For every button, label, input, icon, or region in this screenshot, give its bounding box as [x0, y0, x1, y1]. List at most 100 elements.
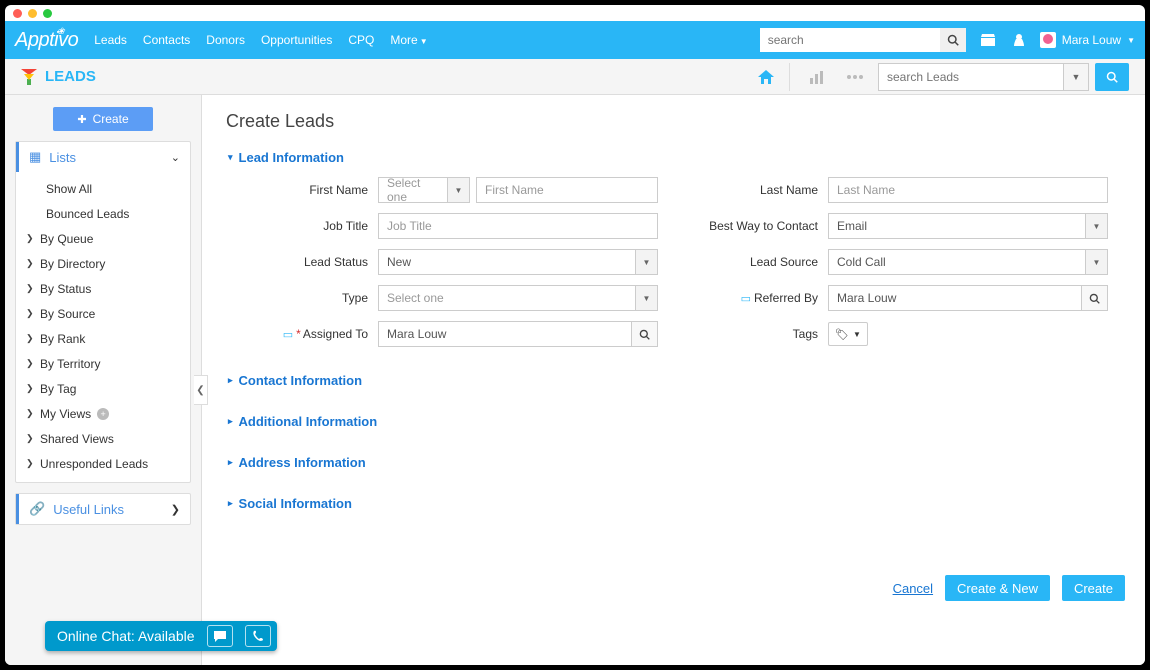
sidebar-item-label: By Territory	[40, 357, 100, 371]
field-last-name: Last Name Last Name	[678, 177, 1108, 203]
tags-button[interactable]: 🏷 ▼	[828, 322, 868, 346]
section-additional-info[interactable]: ▸ Additional Information	[228, 414, 1125, 429]
sidebar-lists-label: Lists	[49, 150, 76, 165]
sidebar-useful-links-header[interactable]: 🔗 Useful Links ❯	[16, 494, 190, 524]
chevron-down-icon: ▼	[635, 250, 657, 274]
home-button[interactable]	[749, 63, 783, 91]
sidebar-item-bounced[interactable]: Bounced Leads	[16, 201, 190, 226]
first-name-input[interactable]: First Name	[476, 177, 658, 203]
chevron-right-icon: ❯	[26, 358, 38, 369]
lead-status-select[interactable]: New ▼	[378, 249, 658, 275]
sidebar-item-my-views[interactable]: ❯My Views+	[16, 401, 190, 426]
sidebar-item-label: Unresponded Leads	[40, 457, 148, 471]
field-first-name: First Name Select one ▼ First Name	[228, 177, 658, 203]
sidebar-item-unresponded[interactable]: ❯Unresponded Leads	[16, 451, 190, 476]
section-address-info[interactable]: ▸ Address Information	[228, 455, 1125, 470]
create-button[interactable]: ✚ Create	[53, 107, 153, 131]
home-icon	[757, 69, 775, 85]
sidebar-item-by-queue[interactable]: ❯By Queue	[16, 226, 190, 251]
sidebar-item-by-status[interactable]: ❯By Status	[16, 276, 190, 301]
sidebar-item-by-directory[interactable]: ❯By Directory	[16, 251, 190, 276]
cancel-link[interactable]: Cancel	[893, 581, 933, 596]
module-title[interactable]: LEADS	[21, 68, 96, 85]
create-button-label: Create	[93, 112, 129, 126]
chevron-down-icon: ▼	[853, 330, 861, 339]
label-lead-status: Lead Status	[228, 255, 378, 269]
module-search-button[interactable]	[1095, 63, 1129, 91]
section-label: Lead Information	[239, 150, 344, 165]
search-icon	[1089, 293, 1100, 304]
chevron-right-icon: ❯	[26, 333, 38, 344]
global-search-input[interactable]	[760, 28, 940, 52]
sidebar-collapse-handle[interactable]: ❮	[194, 375, 208, 405]
funnel-icon	[21, 69, 37, 85]
lead-source-select[interactable]: Cold Call ▼	[828, 249, 1108, 275]
label-type: Type	[228, 291, 378, 305]
module-search: ▼	[878, 63, 1129, 91]
nav-opportunities[interactable]: Opportunities	[261, 33, 332, 47]
chevron-down-icon: ▾	[228, 152, 233, 163]
nav-contacts[interactable]: Contacts	[143, 33, 190, 47]
nav-donors[interactable]: Donors	[206, 33, 245, 47]
top-nav-links: Leads Contacts Donors Opportunities CPQ …	[94, 33, 427, 47]
top-icons	[980, 33, 1030, 47]
chevron-down-icon: ⌄	[171, 151, 180, 164]
notifications-icon[interactable]	[1012, 33, 1030, 47]
nav-leads[interactable]: Leads	[94, 33, 127, 47]
app-logo[interactable]: Apptivo ❀	[15, 29, 78, 52]
sidebar-item-by-rank[interactable]: ❯By Rank	[16, 326, 190, 351]
nav-cpq[interactable]: CPQ	[348, 33, 374, 47]
store-icon[interactable]	[980, 33, 998, 47]
sidebar-item-by-tag[interactable]: ❯By Tag	[16, 376, 190, 401]
maximize-window-dot[interactable]	[43, 9, 52, 18]
footer-actions: Cancel Create & New Create	[893, 575, 1125, 601]
add-view-icon[interactable]: +	[97, 408, 109, 420]
sidebar-item-by-territory[interactable]: ❯By Territory	[16, 351, 190, 376]
module-search-input[interactable]	[878, 63, 1063, 91]
label-last-name: Last Name	[678, 183, 828, 197]
sidebar-item-shared-views[interactable]: ❯Shared Views	[16, 426, 190, 451]
chevron-down-icon: ▼	[420, 37, 428, 46]
sidebar-item-label: By Source	[40, 307, 95, 321]
close-window-dot[interactable]	[13, 9, 22, 18]
last-name-input[interactable]: Last Name	[828, 177, 1108, 203]
user-menu[interactable]: Mara Louw ▼	[1040, 32, 1135, 48]
chat-message-button[interactable]	[207, 625, 233, 647]
sidebar-item-label: Shared Views	[40, 432, 114, 446]
global-search-button[interactable]	[940, 28, 966, 52]
job-title-input[interactable]: Job Title	[378, 213, 658, 239]
chevron-right-icon: ❯	[26, 308, 38, 319]
nav-more[interactable]: More▼	[390, 33, 427, 47]
sidebar-item-show-all[interactable]: Show All	[16, 176, 190, 201]
sidebar-item-label: By Directory	[40, 257, 105, 271]
select-value: Email	[829, 219, 1085, 233]
lead-info-form: First Name Select one ▼ First Name Last …	[228, 177, 1125, 347]
sidebar-lists-header[interactable]: ▦ Lists ⌄	[16, 142, 190, 172]
section-social-info[interactable]: ▸ Social Information	[228, 496, 1125, 511]
more-options-button[interactable]	[838, 63, 872, 91]
chat-call-button[interactable]	[245, 625, 271, 647]
plus-icon: ✚	[77, 113, 86, 126]
assigned-to-lookup[interactable]: Mara Louw	[378, 321, 658, 347]
chevron-right-icon: ❯	[26, 283, 38, 294]
label-referred-by: ▭Referred By	[678, 291, 828, 305]
type-select[interactable]: Select one ▼	[378, 285, 658, 311]
section-contact-info[interactable]: ▸ Contact Information	[228, 373, 1125, 388]
lookup-search-button[interactable]	[1081, 286, 1107, 310]
best-contact-select[interactable]: Email ▼	[828, 213, 1108, 239]
dashboard-button[interactable]	[800, 63, 834, 91]
bar-chart-icon	[809, 70, 825, 84]
chat-bar[interactable]: Online Chat: Available	[45, 621, 277, 651]
create-submit-button[interactable]: Create	[1062, 575, 1125, 601]
sidebar-item-by-source[interactable]: ❯By Source	[16, 301, 190, 326]
minimize-window-dot[interactable]	[28, 9, 37, 18]
create-and-new-button[interactable]: Create & New	[945, 575, 1050, 601]
link-icon: 🔗	[29, 501, 45, 517]
section-lead-info[interactable]: ▾ Lead Information	[228, 150, 1125, 165]
field-referred-by: ▭Referred By Mara Louw	[678, 285, 1108, 311]
module-search-dropdown[interactable]: ▼	[1063, 63, 1089, 91]
label-tags: Tags	[678, 327, 828, 341]
lookup-search-button[interactable]	[631, 322, 657, 346]
first-name-prefix-select[interactable]: Select one ▼	[378, 177, 470, 203]
referred-by-lookup[interactable]: Mara Louw	[828, 285, 1108, 311]
